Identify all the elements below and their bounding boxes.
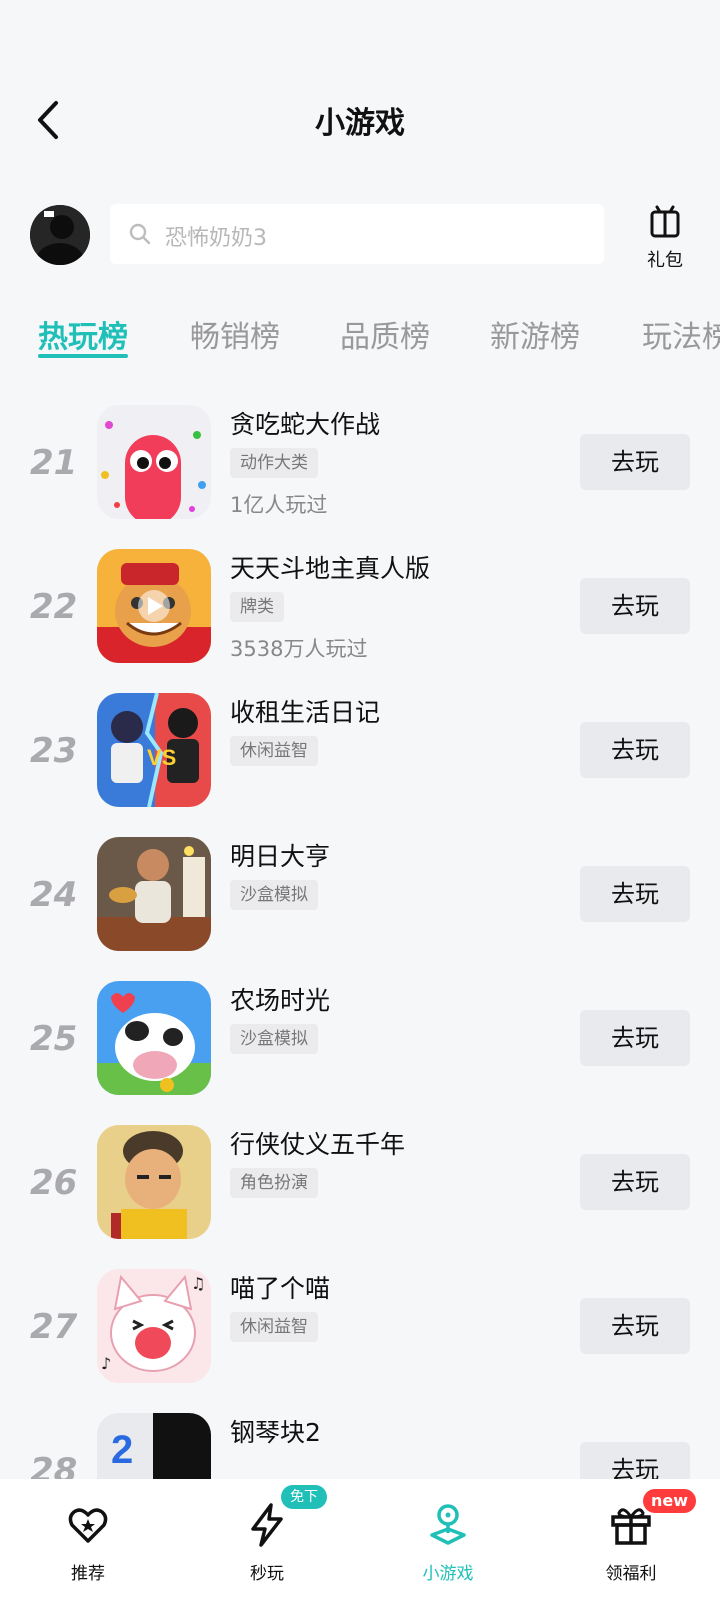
list-item[interactable]: 28 2 钢琴块2 去玩: [0, 1413, 720, 1479]
list-item[interactable]: 26 行侠仗义五千年 角色扮演 去玩: [0, 1125, 720, 1243]
play-button[interactable]: 去玩: [580, 722, 690, 778]
genre-tag: 动作大类: [230, 448, 318, 478]
no-download-badge: 免下载: [281, 1485, 327, 1529]
genre-tag: 沙盒模拟: [230, 1024, 318, 1054]
game-icon-rent-diary[interactable]: VS: [97, 693, 211, 807]
bottom-nav: 推荐 免下载 秒玩 小游戏 new 领福利: [0, 1479, 720, 1600]
game-icon-hero[interactable]: [97, 1125, 211, 1239]
gift-box-icon: [650, 205, 680, 238]
lightning-icon: [251, 1503, 283, 1547]
game-name: 收租生活日记: [230, 698, 381, 727]
play-count: 1亿人玩过: [230, 493, 328, 517]
game-name: 钢琴块2: [230, 1418, 321, 1447]
play-button[interactable]: 去玩: [580, 1442, 690, 1479]
top-bar: 小游戏: [0, 0, 720, 170]
tab-gameplay[interactable]: 玩法榜: [642, 312, 720, 356]
list-item[interactable]: 22 天天斗地主真人版 牌类 3538万人玩过 去玩: [0, 549, 720, 667]
list-item[interactable]: 25 农场时光 沙盒模拟 去玩: [0, 981, 720, 1099]
game-icon-doudizhu[interactable]: [97, 549, 211, 663]
play-count: 3538万人玩过: [230, 637, 368, 661]
play-button[interactable]: 去玩: [580, 866, 690, 922]
search-placeholder: 恐怖奶奶3: [165, 226, 267, 251]
play-button[interactable]: 去玩: [580, 1010, 690, 1066]
new-badge: new: [643, 1489, 697, 1513]
play-button[interactable]: 去玩: [580, 578, 690, 634]
game-icon-snake[interactable]: [97, 405, 211, 519]
svg-text:2: 2: [111, 1428, 133, 1472]
svg-text:VS: VS: [147, 745, 176, 770]
list-item[interactable]: 24 明日大亨 沙盒模拟 去玩: [0, 837, 720, 955]
svg-text:♪: ♪: [101, 1354, 111, 1373]
nav-instant-play[interactable]: 免下载 秒玩: [207, 1479, 327, 1600]
nav-label: 小游戏: [422, 1564, 474, 1584]
rank-number: 24: [30, 875, 78, 915]
tab-hot[interactable]: 热玩榜: [38, 312, 128, 358]
play-button[interactable]: 去玩: [580, 434, 690, 490]
page-title: 小游戏: [315, 106, 405, 141]
tab-quality[interactable]: 品质榜: [340, 312, 430, 356]
genre-tag: 休闲益智: [230, 1312, 318, 1342]
game-list: 21 贪吃蛇大作战 动作大类 1亿人玩过 去玩 22 天天斗地主真人版 牌类 3…: [0, 405, 720, 1479]
gift-pack-button[interactable]: 礼包: [640, 204, 690, 271]
search-input[interactable]: 恐怖奶奶3: [110, 204, 604, 264]
game-name: 喵了个喵: [230, 1274, 331, 1303]
heart-star-icon: [68, 1508, 108, 1543]
game-icon-farm-time[interactable]: [97, 981, 211, 1095]
play-button[interactable]: 去玩: [580, 1298, 690, 1354]
rank-number: 28: [30, 1451, 78, 1479]
game-name: 明日大亨: [230, 842, 331, 871]
game-name: 行侠仗义五千年: [230, 1130, 406, 1159]
list-item[interactable]: 21 贪吃蛇大作战 动作大类 1亿人玩过 去玩: [0, 405, 720, 523]
nav-label: 秒玩: [250, 1564, 284, 1584]
joystick-icon: [430, 1504, 466, 1545]
search-row: 恐怖奶奶3 礼包: [0, 200, 720, 271]
list-item[interactable]: 23 VS 收租生活日记 休闲益智 去玩: [0, 693, 720, 811]
genre-tag: 牌类: [230, 592, 284, 622]
rank-number: 21: [30, 443, 78, 483]
tab-bestseller[interactable]: 畅销榜: [190, 312, 280, 356]
list-item[interactable]: 27 ♫ ♪ 喵了个喵 休闲益智 去玩: [0, 1269, 720, 1387]
game-icon-piano-tiles[interactable]: 2: [97, 1413, 211, 1479]
nav-recommend[interactable]: 推荐: [28, 1479, 148, 1600]
nav-label: 推荐: [71, 1564, 105, 1584]
rank-number: 25: [30, 1019, 78, 1059]
genre-tag: 角色扮演: [230, 1168, 318, 1198]
ranking-tabs: 热玩榜 畅销榜 品质榜 新游榜 玩法榜: [0, 312, 720, 372]
game-name: 贪吃蛇大作战: [230, 410, 381, 439]
rank-number: 27: [30, 1307, 78, 1347]
game-name: 农场时光: [230, 986, 331, 1015]
nav-mini-games[interactable]: 小游戏: [388, 1479, 508, 1600]
game-icon-tycoon[interactable]: [97, 837, 211, 951]
search-icon: [129, 223, 151, 245]
rank-number: 23: [30, 731, 78, 771]
avatar[interactable]: [30, 205, 90, 265]
svg-text:♫: ♫: [191, 1274, 205, 1293]
rank-number: 26: [30, 1163, 78, 1203]
nav-rewards[interactable]: new 领福利: [571, 1479, 697, 1600]
tab-underline: [38, 354, 128, 358]
rank-number: 22: [30, 587, 78, 627]
genre-tag: 沙盒模拟: [230, 880, 318, 910]
avatar-silhouette-icon: [30, 205, 90, 265]
game-name: 天天斗地主真人版: [230, 554, 431, 583]
gift-pack-label: 礼包: [647, 250, 683, 271]
tab-new[interactable]: 新游榜: [490, 312, 580, 356]
genre-tag: 休闲益智: [230, 736, 318, 766]
game-icon-meow[interactable]: ♫ ♪: [97, 1269, 211, 1383]
play-button[interactable]: 去玩: [580, 1154, 690, 1210]
nav-label: 领福利: [605, 1564, 657, 1584]
